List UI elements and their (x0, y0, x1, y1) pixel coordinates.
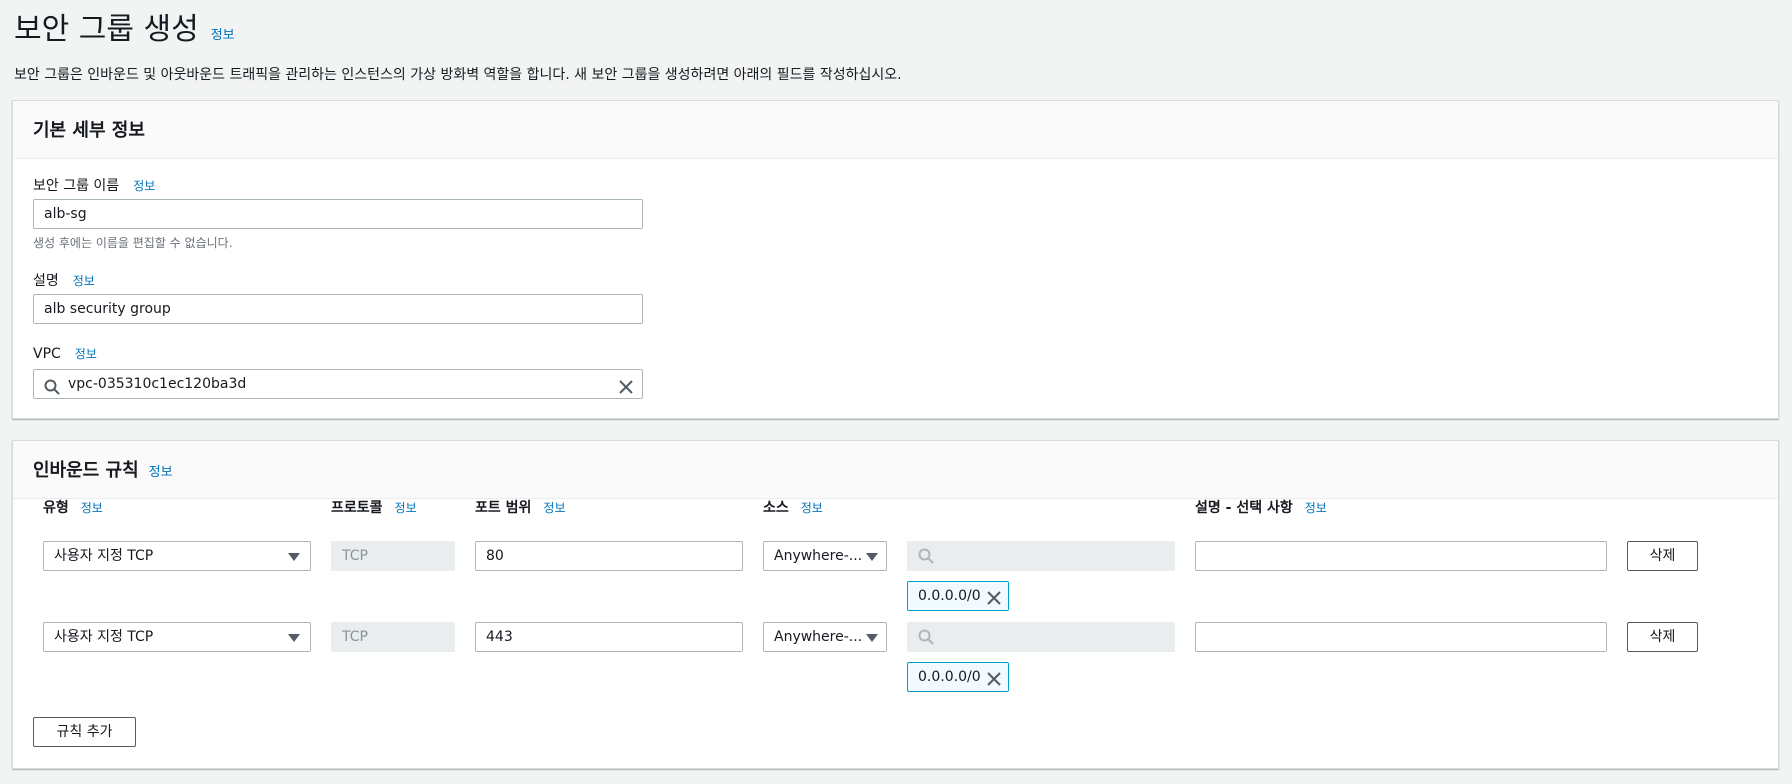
security-group-name-input[interactable]: alb-sg (33, 199, 643, 229)
rule-type-select[interactable]: 사용자 지정 TCP (43, 622, 311, 652)
delete-rule-button[interactable]: 삭제 (1627, 622, 1698, 652)
inbound-info-link[interactable]: 정보 (149, 465, 173, 480)
cidr-token-value: 0.0.0.0/0 (918, 588, 981, 604)
search-icon (44, 377, 60, 395)
description-info-link[interactable]: 정보 (73, 274, 95, 288)
search-icon (918, 548, 934, 564)
rule-cidr-search-input[interactable] (907, 541, 1175, 571)
caret-down-icon (866, 553, 878, 561)
inbound-rules-header: 인바운드 규칙 정보 (13, 441, 1778, 499)
rule-source-select[interactable]: Anywhere-... (763, 541, 887, 571)
source-info-link[interactable]: 정보 (801, 501, 823, 515)
name-info-link[interactable]: 정보 (133, 179, 155, 193)
page-description: 보안 그룹은 인바운드 및 아웃바운드 트래픽을 관리하는 인스턴스의 가상 방… (14, 67, 902, 83)
column-description-text: 설명 - 선택 사항 (1195, 500, 1293, 516)
rule-type-value: 사용자 지정 TCP (54, 629, 154, 645)
cidr-token: 0.0.0.0/0 (907, 581, 1009, 611)
vpc-info-link[interactable]: 정보 (75, 347, 97, 361)
inbound-rules-title: 인바운드 규칙 정보 (33, 456, 173, 482)
delete-rule-button[interactable]: 삭제 (1627, 541, 1698, 571)
inbound-rules-panel: 인바운드 규칙 정보 유형 정보 프로토콜 정보 포트 범위 정보 소스 정보 설명 - … (12, 440, 1779, 769)
vpc-label: VPC 정보 (33, 345, 97, 362)
basic-details-title: 기본 세부 정보 (33, 120, 145, 141)
rule-protocol-field: TCP (331, 541, 455, 571)
vpc-select[interactable]: vpc-035310c1ec120ba3d (33, 369, 643, 399)
rule-port-input[interactable]: 443 (475, 622, 743, 652)
protocol-info-link[interactable]: 정보 (395, 501, 417, 515)
rule-cidr-search-input[interactable] (907, 622, 1175, 652)
rule-type-value: 사용자 지정 TCP (54, 548, 154, 564)
rule-source-value: Anywhere-... (774, 548, 863, 564)
column-header-source: 소스 정보 (763, 497, 823, 517)
column-protocol-text: 프로토콜 (331, 500, 383, 516)
rule-description-input[interactable] (1195, 541, 1607, 571)
column-header-description: 설명 - 선택 사항 정보 (1195, 497, 1327, 517)
column-port-text: 포트 범위 (475, 500, 532, 516)
column-header-protocol: 프로토콜 정보 (331, 497, 417, 517)
inbound-rules-title-text: 인바운드 규칙 (33, 460, 139, 481)
page-title-text: 보안 그룹 생성 (14, 12, 199, 47)
caret-down-icon (288, 553, 300, 561)
description-label-text: 설명 (33, 273, 59, 289)
column-header-port: 포트 범위 정보 (475, 497, 566, 517)
close-icon[interactable] (986, 588, 1002, 605)
description-col-info-link[interactable]: 정보 (1305, 501, 1327, 515)
vpc-value: vpc-035310c1ec120ba3d (68, 376, 247, 392)
cidr-token-value: 0.0.0.0/0 (918, 669, 981, 685)
add-rule-button[interactable]: 규칙 추가 (33, 717, 136, 747)
vpc-label-text: VPC (33, 346, 61, 362)
rule-port-input[interactable]: 80 (475, 541, 743, 571)
close-icon[interactable] (618, 377, 634, 394)
description-input[interactable]: alb security group (33, 294, 643, 324)
name-label-text: 보안 그룹 이름 (33, 178, 120, 194)
rule-source-value: Anywhere-... (774, 629, 863, 645)
page-info-link[interactable]: 정보 (211, 28, 235, 43)
port-info-link[interactable]: 정보 (543, 501, 565, 515)
type-info-link[interactable]: 정보 (81, 501, 103, 515)
rule-description-input[interactable] (1195, 622, 1607, 652)
column-header-type: 유형 정보 (43, 497, 103, 517)
column-source-text: 소스 (763, 500, 789, 516)
basic-details-panel: 기본 세부 정보 보안 그룹 이름 정보 alb-sg 생성 후에는 이름을 편집… (12, 100, 1779, 419)
close-icon[interactable] (986, 669, 1002, 686)
rule-protocol-field: TCP (331, 622, 455, 652)
rule-type-select[interactable]: 사용자 지정 TCP (43, 541, 311, 571)
page-title: 보안 그룹 생성 정보 (14, 10, 235, 56)
column-type-text: 유형 (43, 500, 69, 516)
name-label: 보안 그룹 이름 정보 (33, 175, 155, 195)
cidr-token: 0.0.0.0/0 (907, 662, 1009, 692)
search-icon (918, 629, 934, 645)
description-label: 설명 정보 (33, 270, 95, 290)
caret-down-icon (288, 634, 300, 642)
basic-details-header: 기본 세부 정보 (13, 101, 1778, 159)
rule-source-select[interactable]: Anywhere-... (763, 622, 887, 652)
name-hint: 생성 후에는 이름을 편집할 수 없습니다. (33, 236, 233, 250)
caret-down-icon (866, 634, 878, 642)
